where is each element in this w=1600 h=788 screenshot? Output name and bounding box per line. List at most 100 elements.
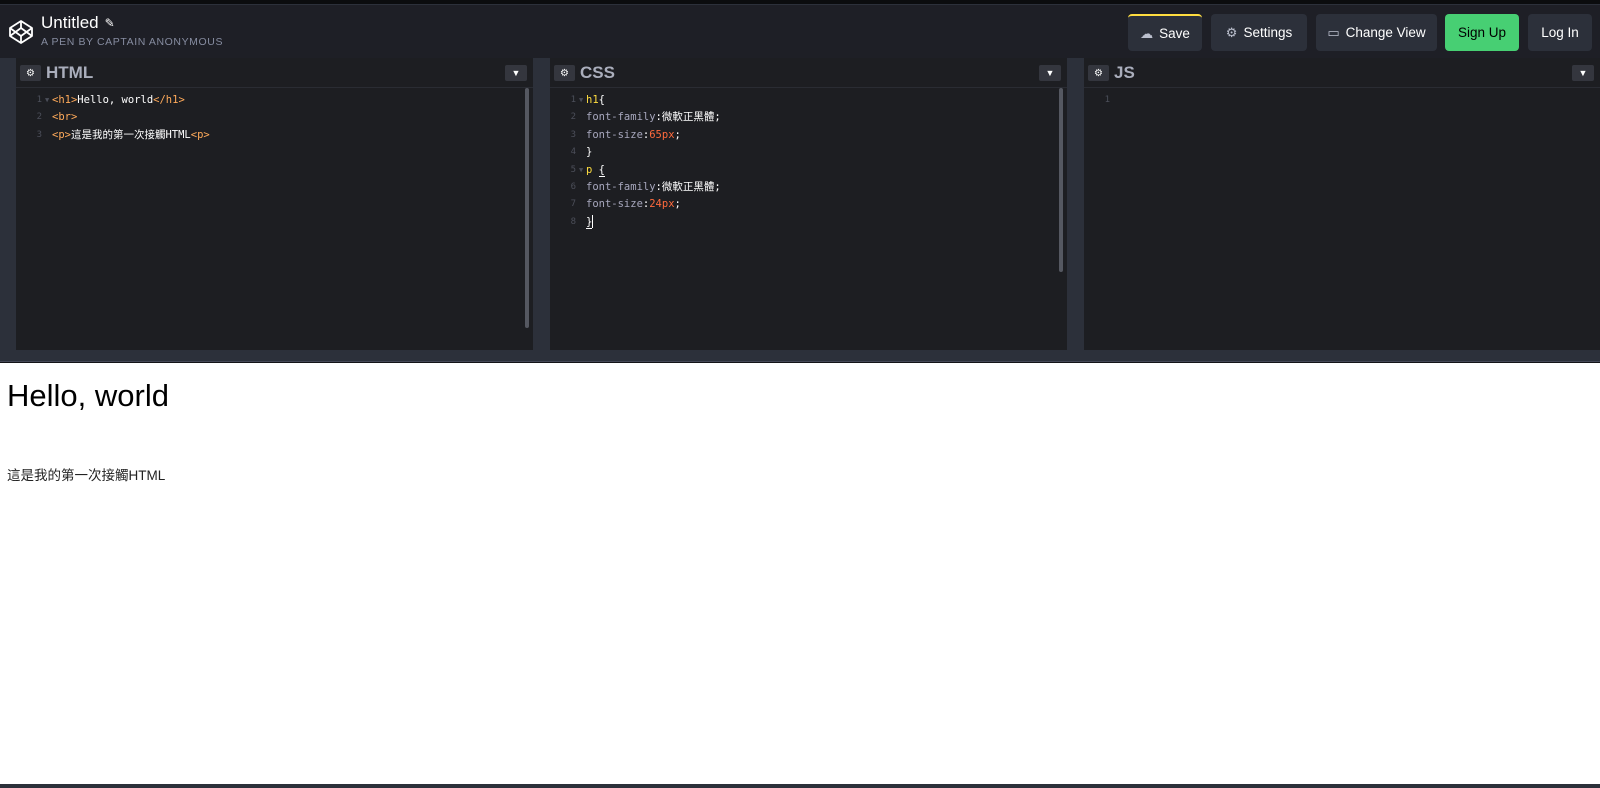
code-line: 3 font-size:65px; xyxy=(550,127,1067,144)
code-token: { xyxy=(598,163,605,177)
settings-button-label: Settings xyxy=(1243,25,1293,40)
code-line: 7 font-size:24px; xyxy=(550,196,1067,213)
sign-up-button[interactable]: Sign Up xyxy=(1445,14,1519,51)
editor-resize-handle[interactable] xyxy=(533,58,550,350)
code-line: 4 } xyxy=(550,144,1067,161)
code-token: { xyxy=(598,94,605,106)
code-text: <p>這是我的第一次接觸HTML<p> xyxy=(52,127,210,144)
pen-title[interactable]: Untitled ✎ xyxy=(41,13,223,33)
line-number: 5 xyxy=(570,164,576,175)
code-token: </h1> xyxy=(153,94,185,106)
code-token: <p> xyxy=(190,128,210,141)
js-settings-gear-icon[interactable]: ⚙ xyxy=(1088,65,1109,81)
code-line: 6 font-family:微軟正黑體; xyxy=(550,179,1067,196)
code-text: p { xyxy=(586,162,605,179)
code-token: p xyxy=(586,163,593,176)
code-token: 這是我的第一次接觸HTML xyxy=(70,128,191,141)
preview-paragraph: 這是我的第一次接觸HTML xyxy=(7,468,166,483)
line-number: 2 xyxy=(36,112,42,123)
log-in-button-label: Log In xyxy=(1541,25,1579,40)
settings-button[interactable]: ⚙ Settings xyxy=(1211,14,1307,51)
line-number: 8 xyxy=(570,216,576,227)
text-cursor xyxy=(592,215,594,229)
preview-heading: Hello, world xyxy=(7,378,169,413)
code-text: font-size:65px; xyxy=(586,128,681,141)
change-view-button[interactable]: ▭ Change View xyxy=(1316,14,1437,51)
js-editor-pane: ⚙ JS ▼ 1 xyxy=(1084,58,1600,350)
fold-arrow-icon[interactable]: ▼ xyxy=(579,162,583,179)
code-line: 5 ▼ p { xyxy=(550,162,1067,179)
code-token: h1 xyxy=(586,94,599,106)
code-token: Hello, world xyxy=(77,94,154,106)
code-text: font-family:微軟正黑體; xyxy=(586,111,721,124)
line-number: 7 xyxy=(570,199,576,210)
code-token: font-family xyxy=(586,180,656,193)
code-token: 微軟正黑體 xyxy=(661,111,715,124)
save-button-label: Save xyxy=(1159,26,1190,41)
code-text: font-size:24px; xyxy=(586,198,681,211)
line-number: 1 xyxy=(1104,95,1110,105)
gear-icon: ⚙ xyxy=(1225,24,1238,40)
pen-title-block: Untitled ✎ A PEN BY CAPTAIN ANONYMOUS xyxy=(41,13,223,48)
header-bar: Untitled ✎ A PEN BY CAPTAIN ANONYMOUS ☁ … xyxy=(0,4,1600,58)
pen-author: A PEN BY CAPTAIN ANONYMOUS xyxy=(41,36,224,48)
js-chevron-down-icon[interactable]: ▼ xyxy=(1572,65,1594,81)
line-number: 4 xyxy=(570,147,576,158)
code-token: <br> xyxy=(52,111,78,124)
js-code-area[interactable]: 1 xyxy=(1084,92,1600,109)
sign-up-button-label: Sign Up xyxy=(1457,25,1507,40)
code-text: } xyxy=(586,144,592,161)
code-token: 微軟正黑體 xyxy=(661,180,715,193)
fold-arrow-icon[interactable]: ▼ xyxy=(579,92,583,109)
css-chevron-down-icon[interactable]: ▼ xyxy=(1039,65,1061,81)
footer-bar xyxy=(0,784,1600,788)
fold-arrow-icon[interactable]: ▼ xyxy=(45,92,49,109)
css-code-area[interactable]: 1 ▼ h1{ 2 font-family:微軟正黑體; 3 font-size… xyxy=(550,92,1067,231)
line-number: 2 xyxy=(570,112,576,123)
css-scrollbar[interactable] xyxy=(1059,88,1063,272)
code-line: 1 ▼ h1{ xyxy=(550,92,1067,109)
pen-title-text: Untitled xyxy=(41,13,99,32)
editor-resize-handle[interactable] xyxy=(1067,58,1084,350)
code-line: 2 <br> xyxy=(16,109,533,126)
code-line: 3 <p>這是我的第一次接觸HTML<p> xyxy=(16,127,533,144)
line-number: 6 xyxy=(570,181,576,192)
preview-resize-bar[interactable] xyxy=(0,350,1600,362)
pencil-icon[interactable]: ✎ xyxy=(105,16,115,30)
html-editor-title: HTML xyxy=(46,63,94,82)
code-text: <h1>Hello, world</h1> xyxy=(52,92,185,109)
layout-icon: ▭ xyxy=(1327,24,1340,40)
html-editor-pane: ⚙ HTML ▼ 1 ▼ <h1>Hello, world</h1> 2 <br… xyxy=(16,58,533,350)
css-editor-header: ⚙ CSS ▼ xyxy=(550,58,1067,88)
code-token: } xyxy=(586,146,593,159)
cloud-icon: ☁ xyxy=(1140,25,1154,41)
html-settings-gear-icon[interactable]: ⚙ xyxy=(20,65,41,81)
css-editor-title: CSS xyxy=(580,63,615,82)
html-code-area[interactable]: 1 ▼ <h1>Hello, world</h1> 2 <br> 3 <p>這是… xyxy=(16,92,533,144)
code-token: font-family xyxy=(586,111,656,124)
editor-resize-handle[interactable] xyxy=(0,58,16,350)
code-text: font-family:微軟正黑體; xyxy=(586,180,721,193)
log-in-button[interactable]: Log In xyxy=(1528,14,1592,51)
code-token: 65px xyxy=(649,128,675,141)
save-button[interactable]: ☁ Save xyxy=(1128,14,1202,51)
result-preview: Hello, world 這是我的第一次接觸HTML xyxy=(0,363,1600,784)
line-number: 3 xyxy=(36,129,42,140)
code-text: <br> xyxy=(52,109,77,126)
html-scrollbar[interactable] xyxy=(525,88,529,328)
change-view-button-label: Change View xyxy=(1345,25,1426,40)
codepen-logo-icon[interactable] xyxy=(8,19,34,45)
html-editor-header: ⚙ HTML ▼ xyxy=(16,58,533,88)
editors-area: ⚙ HTML ▼ 1 ▼ <h1>Hello, world</h1> 2 <br… xyxy=(0,58,1600,350)
code-token: font-size xyxy=(586,198,643,211)
code-token: <h1> xyxy=(52,94,78,106)
code-line: 1 xyxy=(1084,92,1600,109)
code-line: 1 ▼ <h1>Hello, world</h1> xyxy=(16,92,533,109)
code-text: } xyxy=(586,214,594,231)
code-token: <p> xyxy=(52,128,71,141)
html-chevron-down-icon[interactable]: ▼ xyxy=(505,65,527,81)
css-settings-gear-icon[interactable]: ⚙ xyxy=(554,65,575,81)
code-token: 24px xyxy=(649,198,675,211)
line-number: 1 xyxy=(570,95,576,105)
css-editor-pane: ⚙ CSS ▼ 1 ▼ h1{ 2 font-family:微軟正黑體; 3 f… xyxy=(550,58,1067,350)
